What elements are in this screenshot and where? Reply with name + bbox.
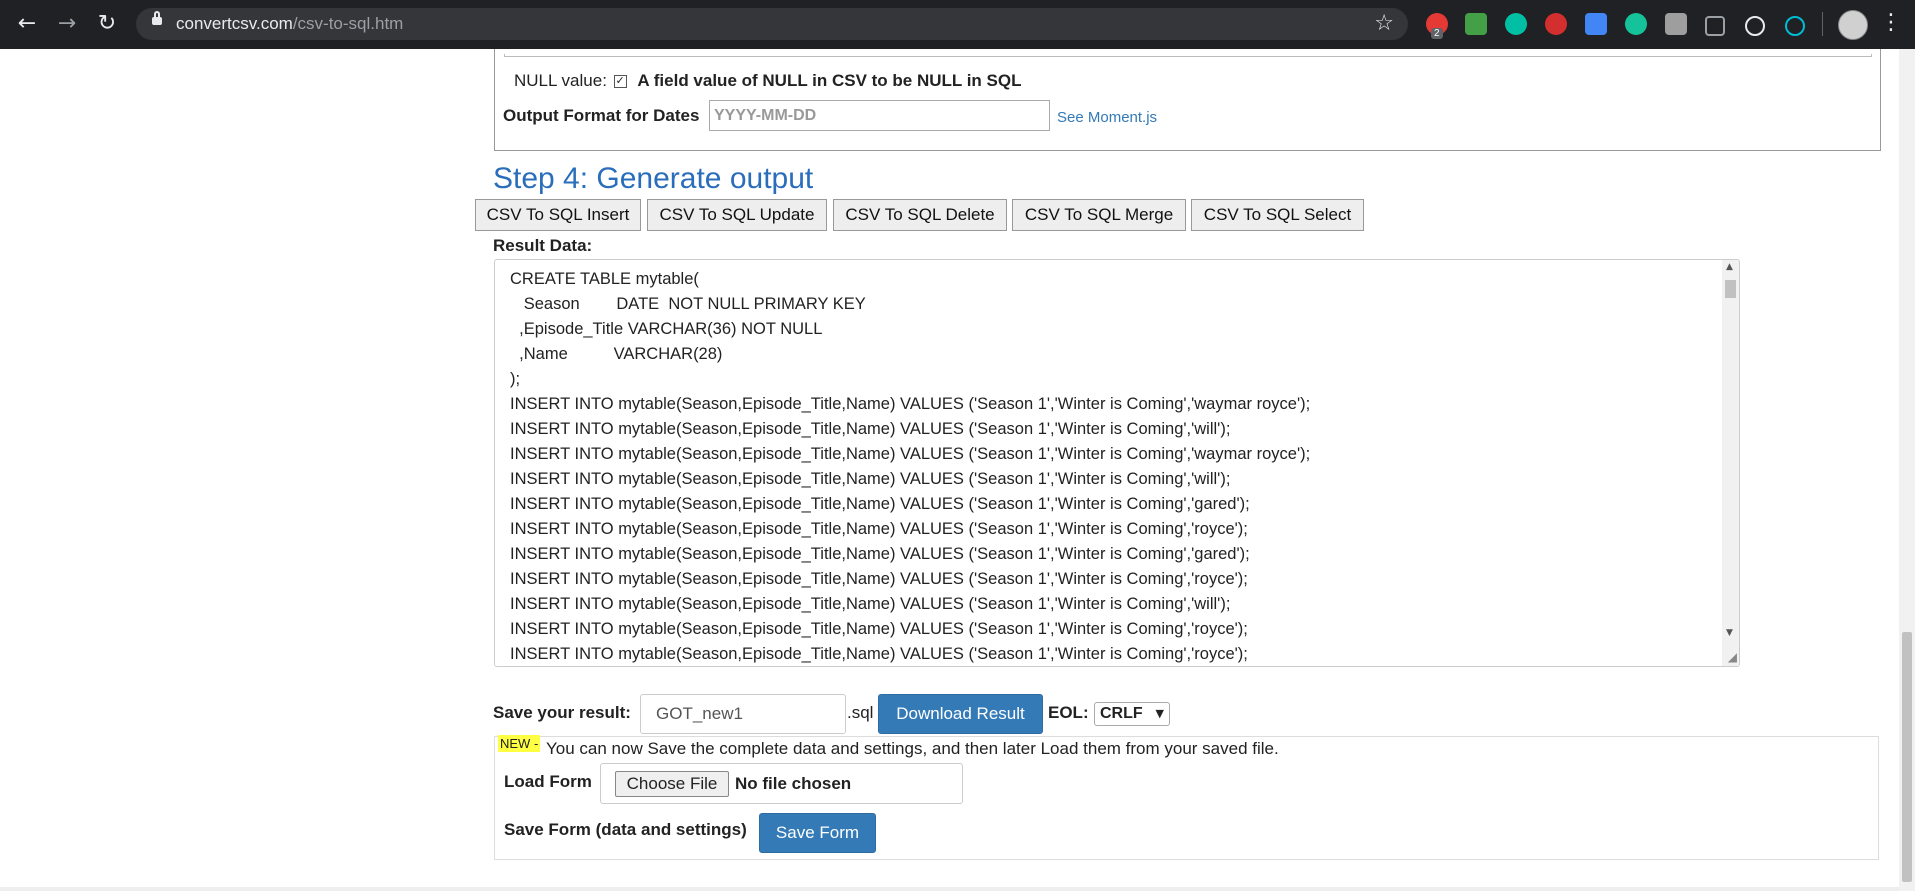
- moment-js-link[interactable]: See Moment.js: [1057, 109, 1157, 126]
- result-line: INSERT INTO mytable(Season,Episode_Title…: [510, 520, 1248, 538]
- bookmark-star-icon[interactable]: ☆: [1374, 11, 1394, 36]
- result-line: ,Episode_Title VARCHAR(36) NOT NULL: [510, 320, 823, 338]
- extension-drive-icon[interactable]: [1465, 13, 1487, 35]
- browser-toolbar: ← → ↻ convertcsv.com/csv-to-sql.htm ☆ 2 …: [0, 0, 1915, 49]
- eol-value: CRLF: [1100, 705, 1143, 722]
- url-text[interactable]: convertcsv.com/csv-to-sql.htm: [176, 14, 403, 34]
- csv-to-sql-update-button[interactable]: CSV To SQL Update: [647, 199, 827, 231]
- result-line: Season DATE NOT NULL PRIMARY KEY: [510, 295, 866, 313]
- dates-label: Output Format for Dates: [503, 106, 700, 125]
- page-scroll-thumb[interactable]: [1902, 632, 1912, 882]
- dropdown-arrow-icon: ▼: [1155, 707, 1164, 720]
- new-feature-text: You can now Save the complete data and s…: [546, 739, 1279, 758]
- result-line: ,Name VARCHAR(28): [510, 345, 723, 363]
- forward-icon[interactable]: →: [55, 12, 79, 36]
- filename-input[interactable]: GOT_new1: [640, 694, 846, 734]
- back-icon[interactable]: ←: [15, 12, 39, 36]
- download-result-button[interactable]: Download Result: [878, 694, 1043, 734]
- extension-gray-icon[interactable]: [1665, 13, 1687, 35]
- resize-grip-icon[interactable]: ◢: [1728, 650, 1737, 664]
- csv-to-sql-select-button[interactable]: CSV To SQL Select: [1191, 199, 1364, 231]
- extension-badge: 2: [1431, 28, 1443, 39]
- extension-translate-icon[interactable]: [1585, 13, 1607, 35]
- csv-to-sql-merge-button[interactable]: CSV To SQL Merge: [1012, 199, 1186, 231]
- result-text: CREATE TABLE mytable( Season DATE NOT NU…: [510, 267, 1311, 666]
- extension-yab-icon[interactable]: [1545, 13, 1567, 35]
- options-panel: [494, 49, 1881, 151]
- result-line: INSERT INTO mytable(Season,Episode_Title…: [510, 570, 1248, 588]
- menu-kebab-icon[interactable]: ⋮: [1880, 10, 1902, 35]
- csv-to-sql-insert-button[interactable]: CSV To SQL Insert: [475, 199, 641, 231]
- result-line: INSERT INTO mytable(Season,Episode_Title…: [510, 470, 1231, 488]
- result-line: INSERT INTO mytable(Season,Episode_Title…: [510, 620, 1248, 638]
- no-file-chosen-text: No file chosen: [735, 774, 852, 793]
- extension-m-icon[interactable]: [1505, 13, 1527, 35]
- null-option-row: NULL value: ✓ A field value of NULL in C…: [514, 71, 1021, 91]
- options-inner-box: [504, 54, 1872, 57]
- save-result-label: Save your result:: [493, 703, 631, 722]
- csv-to-sql-delete-button[interactable]: CSV To SQL Delete: [833, 199, 1007, 231]
- address-bar[interactable]: convertcsv.com/csv-to-sql.htm ☆: [136, 8, 1408, 40]
- extension-react-icon[interactable]: [1745, 16, 1765, 36]
- toolbar-divider: [1822, 12, 1823, 36]
- null-label: NULL value:: [514, 71, 607, 90]
- result-line: CREATE TABLE mytable(: [510, 270, 699, 288]
- file-extension-label: .sql: [847, 703, 874, 722]
- result-line: INSERT INTO mytable(Season,Episode_Title…: [510, 395, 1311, 413]
- save-form-label: Save Form (data and settings): [504, 820, 747, 839]
- eol-select[interactable]: CRLF ▼: [1094, 702, 1170, 726]
- save-form-button[interactable]: Save Form: [759, 813, 876, 853]
- choose-file-button[interactable]: Choose File: [615, 771, 729, 797]
- reload-icon[interactable]: ↻: [95, 12, 119, 36]
- extension-square-icon[interactable]: [1705, 16, 1725, 36]
- extension-grammarly-icon[interactable]: [1625, 13, 1647, 35]
- result-line: );: [510, 370, 521, 388]
- load-form-label: Load Form: [504, 772, 592, 791]
- date-format-input[interactable]: YYYY-MM-DD: [709, 100, 1050, 131]
- result-line: INSERT INTO mytable(Season,Episode_Title…: [510, 595, 1231, 613]
- scroll-down-icon[interactable]: ▼: [1726, 628, 1733, 638]
- textarea-scroll-thumb[interactable]: [1725, 280, 1736, 298]
- profile-avatar[interactable]: [1838, 10, 1868, 40]
- extension-redux-icon[interactable]: [1785, 16, 1805, 36]
- result-data-label: Result Data:: [493, 236, 593, 255]
- null-checkbox[interactable]: ✓: [613, 75, 627, 89]
- bottom-border: [0, 887, 1899, 891]
- result-line: INSERT INTO mytable(Season,Episode_Title…: [510, 420, 1231, 438]
- lock-icon: [152, 11, 162, 25]
- result-line: INSERT INTO mytable(Season,Episode_Title…: [510, 495, 1250, 513]
- step4-heading: Step 4: Generate output: [493, 162, 814, 195]
- eol-label: EOL:: [1048, 703, 1089, 722]
- result-textarea[interactable]: CREATE TABLE mytable( Season DATE NOT NU…: [494, 259, 1740, 667]
- result-line: INSERT INTO mytable(Season,Episode_Title…: [510, 545, 1250, 563]
- new-tag: NEW -: [498, 735, 541, 752]
- scroll-up-icon[interactable]: ▲: [1726, 262, 1733, 272]
- textarea-scrollbar[interactable]: ▲ ▼: [1722, 260, 1739, 666]
- result-line: INSERT INTO mytable(Season,Episode_Title…: [510, 445, 1311, 463]
- result-line: INSERT INTO mytable(Season,Episode_Title…: [510, 645, 1248, 663]
- null-description: A field value of NULL in CSV to be NULL …: [637, 71, 1022, 90]
